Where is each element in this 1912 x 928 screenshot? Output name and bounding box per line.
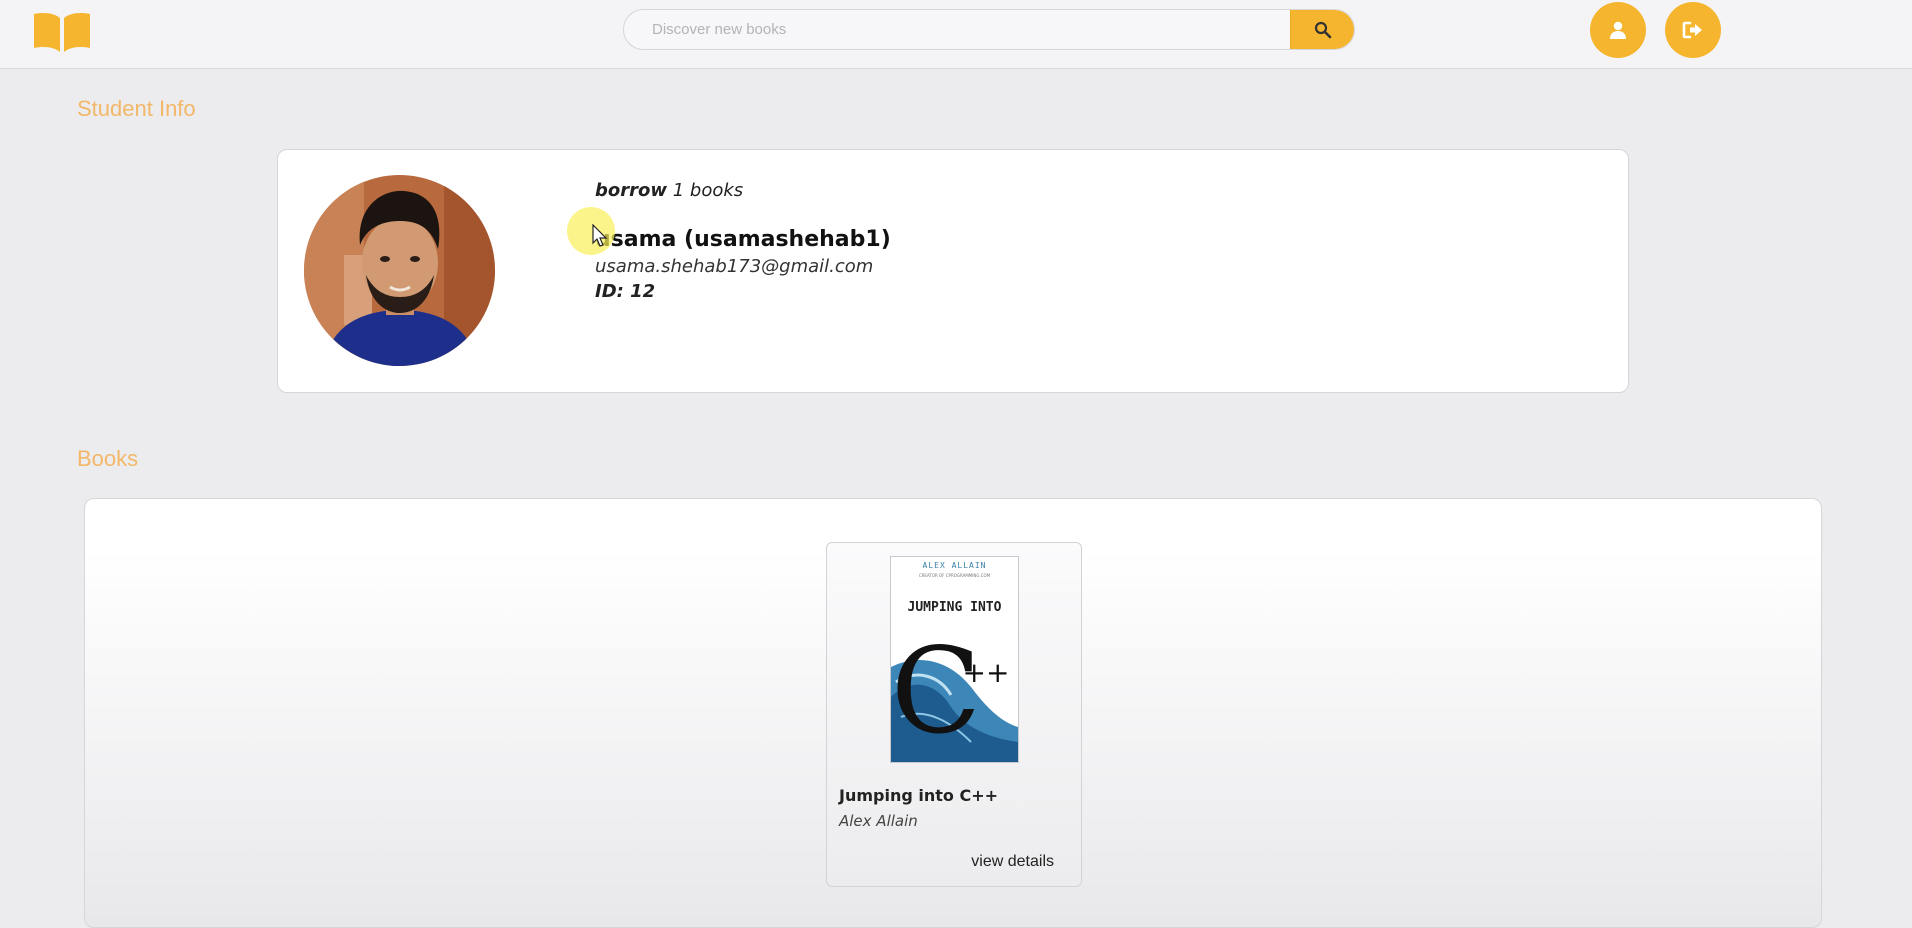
cover-subtitle: CREATOR OF CPROGRAMMING.COM bbox=[919, 573, 991, 578]
book-cover[interactable]: ALEX ALLAIN CREATOR OF CPROGRAMMING.COM … bbox=[890, 556, 1019, 763]
book-title: Jumping into C++ bbox=[839, 786, 999, 805]
student-name: usama (usamashehab1) bbox=[595, 227, 891, 252]
books-heading: Books bbox=[77, 446, 139, 471]
search-input[interactable] bbox=[624, 10, 1292, 49]
search-icon bbox=[1314, 21, 1331, 38]
mouse-cursor-icon bbox=[592, 224, 608, 247]
search-bar bbox=[623, 9, 1355, 50]
student-card: borrow 1 books usama (usamashehab1) usam… bbox=[277, 149, 1629, 393]
open-book-icon[interactable] bbox=[32, 8, 92, 54]
profile-button[interactable] bbox=[1590, 2, 1646, 58]
cover-plus: ++ bbox=[963, 656, 1010, 689]
books-panel: ALEX ALLAIN CREATOR OF CPROGRAMMING.COM … bbox=[84, 498, 1822, 928]
student-info-heading: Student Info bbox=[77, 96, 196, 121]
cover-big-c: C bbox=[891, 622, 981, 760]
student-email: usama.shehab173@gmail.com bbox=[595, 256, 874, 277]
top-navbar bbox=[0, 0, 1912, 69]
view-details-link[interactable]: view details bbox=[971, 853, 1054, 871]
student-details: borrow 1 books usama (usamashehab1) usam… bbox=[595, 180, 891, 302]
cover-title: JUMPING INTO bbox=[908, 600, 1002, 615]
avatar bbox=[304, 175, 495, 366]
user-icon bbox=[1610, 21, 1626, 39]
borrow-summary: borrow 1 books bbox=[595, 180, 891, 201]
borrow-count: 1 books bbox=[672, 180, 744, 201]
search-button[interactable] bbox=[1290, 10, 1354, 49]
student-id: ID: 12 bbox=[595, 281, 656, 302]
book-card[interactable]: ALEX ALLAIN CREATOR OF CPROGRAMMING.COM … bbox=[826, 542, 1082, 887]
logout-button[interactable] bbox=[1665, 2, 1721, 58]
sign-out-icon bbox=[1682, 21, 1702, 39]
borrow-label: borrow bbox=[595, 180, 667, 201]
book-author: Alex Allain bbox=[839, 812, 918, 830]
cover-author: ALEX ALLAIN bbox=[923, 561, 987, 570]
